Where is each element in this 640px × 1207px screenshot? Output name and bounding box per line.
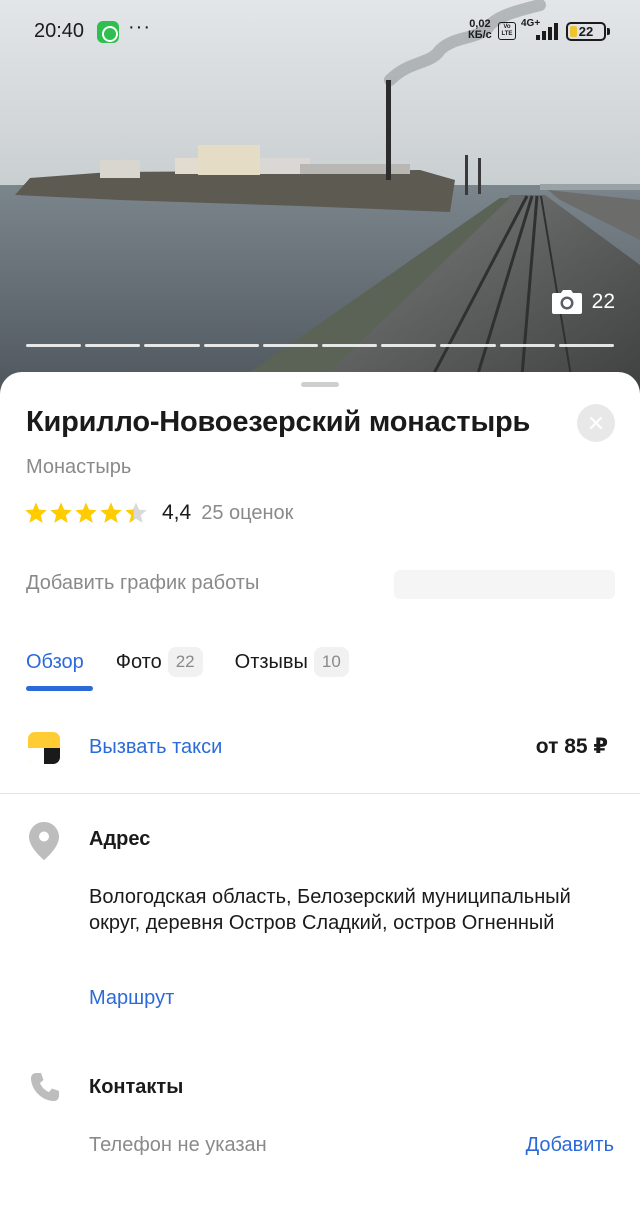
route-link[interactable]: Маршрут [89,987,174,1010]
gallery-progress-segment [440,344,496,347]
gallery-progress-segment [499,344,555,347]
tab-badge: 10 [313,647,349,677]
photo-count[interactable]: 22 [551,290,615,314]
gallery-progress-segment [558,344,615,347]
place-title: Кирилло-Новоезерский монастырь [26,406,531,438]
rating-stars [24,501,148,525]
taxi-price: от 85 ₽ [535,735,608,758]
place-category: Монастырь [26,456,132,478]
rating-value: 4,4 [162,501,192,524]
tab-badge: 22 [167,647,203,677]
gallery-progress-segment [322,344,378,347]
battery-icon: 22 [566,22,606,41]
star-icon [100,502,122,523]
tabs: Обзор Фото 22 Отзывы 10 [26,644,381,680]
tab-label: Фото [115,650,162,673]
tab-photos[interactable]: Фото 22 [116,644,203,680]
rating-count: 25 оценок [201,501,294,524]
gallery-progress-segment [381,344,437,347]
taxi-row[interactable]: Вызвать такси от 85 ₽ [0,722,640,794]
place-photo[interactable]: 20:40 ··· 0,02 КБ/с Vo LTE 4G+ 22 22 [0,0,640,400]
call-taxi-label: Вызвать такси [89,736,223,758]
camera-icon [551,290,582,314]
more-notifications-icon: ··· [128,16,151,38]
add-phone-link[interactable]: Добавить [526,1134,614,1157]
rating-row[interactable]: 4,4 25 оценок [24,500,293,526]
taxi-icon [28,732,60,764]
whatsapp-icon [97,21,119,43]
gallery-progress-segment [26,344,82,347]
gallery-progress [26,344,615,347]
gallery-progress-segment [203,344,259,347]
volte-icon: Vo LTE [498,22,516,40]
star-icon [125,502,147,523]
battery-percent: 22 [578,24,594,39]
location-pin-icon [29,822,59,860]
star-icon [25,502,47,523]
gallery-progress-segment [144,344,200,347]
star-icon [50,502,72,523]
gallery-progress-segment [85,344,141,347]
address-label: Адрес [89,828,151,850]
place-card: Кирилло-Новоезерский монастырь Монастырь… [0,372,640,1207]
tab-label: Отзывы [234,650,308,673]
tab-reviews[interactable]: Отзывы 10 [235,644,349,680]
signal-icon [536,22,560,40]
phone-icon [31,1073,59,1101]
contacts-label: Контакты [89,1076,184,1098]
network-speed-unit: КБ/с [468,29,492,41]
status-bar: 20:40 ··· 0,02 КБ/с Vo LTE 4G+ 22 [0,0,640,64]
address-text: Вологодская область, Белозерский муницип… [89,886,571,934]
hours-placeholder [394,570,615,599]
network-speed: 0,02 КБ/с [468,19,492,41]
phone-status: Телефон не указан [89,1134,267,1156]
drag-handle[interactable] [301,382,339,387]
battery-tip [607,28,610,35]
status-time: 20:40 [34,20,85,42]
add-hours-link[interactable]: Добавить график работы [26,572,259,595]
photo-count-value: 22 [591,290,615,313]
close-button[interactable] [577,404,615,442]
tab-overview[interactable]: Обзор [26,644,84,680]
active-tab-indicator [26,686,93,691]
tab-label: Обзор [26,650,84,673]
star-icon [75,502,97,523]
gallery-progress-segment [262,344,319,347]
